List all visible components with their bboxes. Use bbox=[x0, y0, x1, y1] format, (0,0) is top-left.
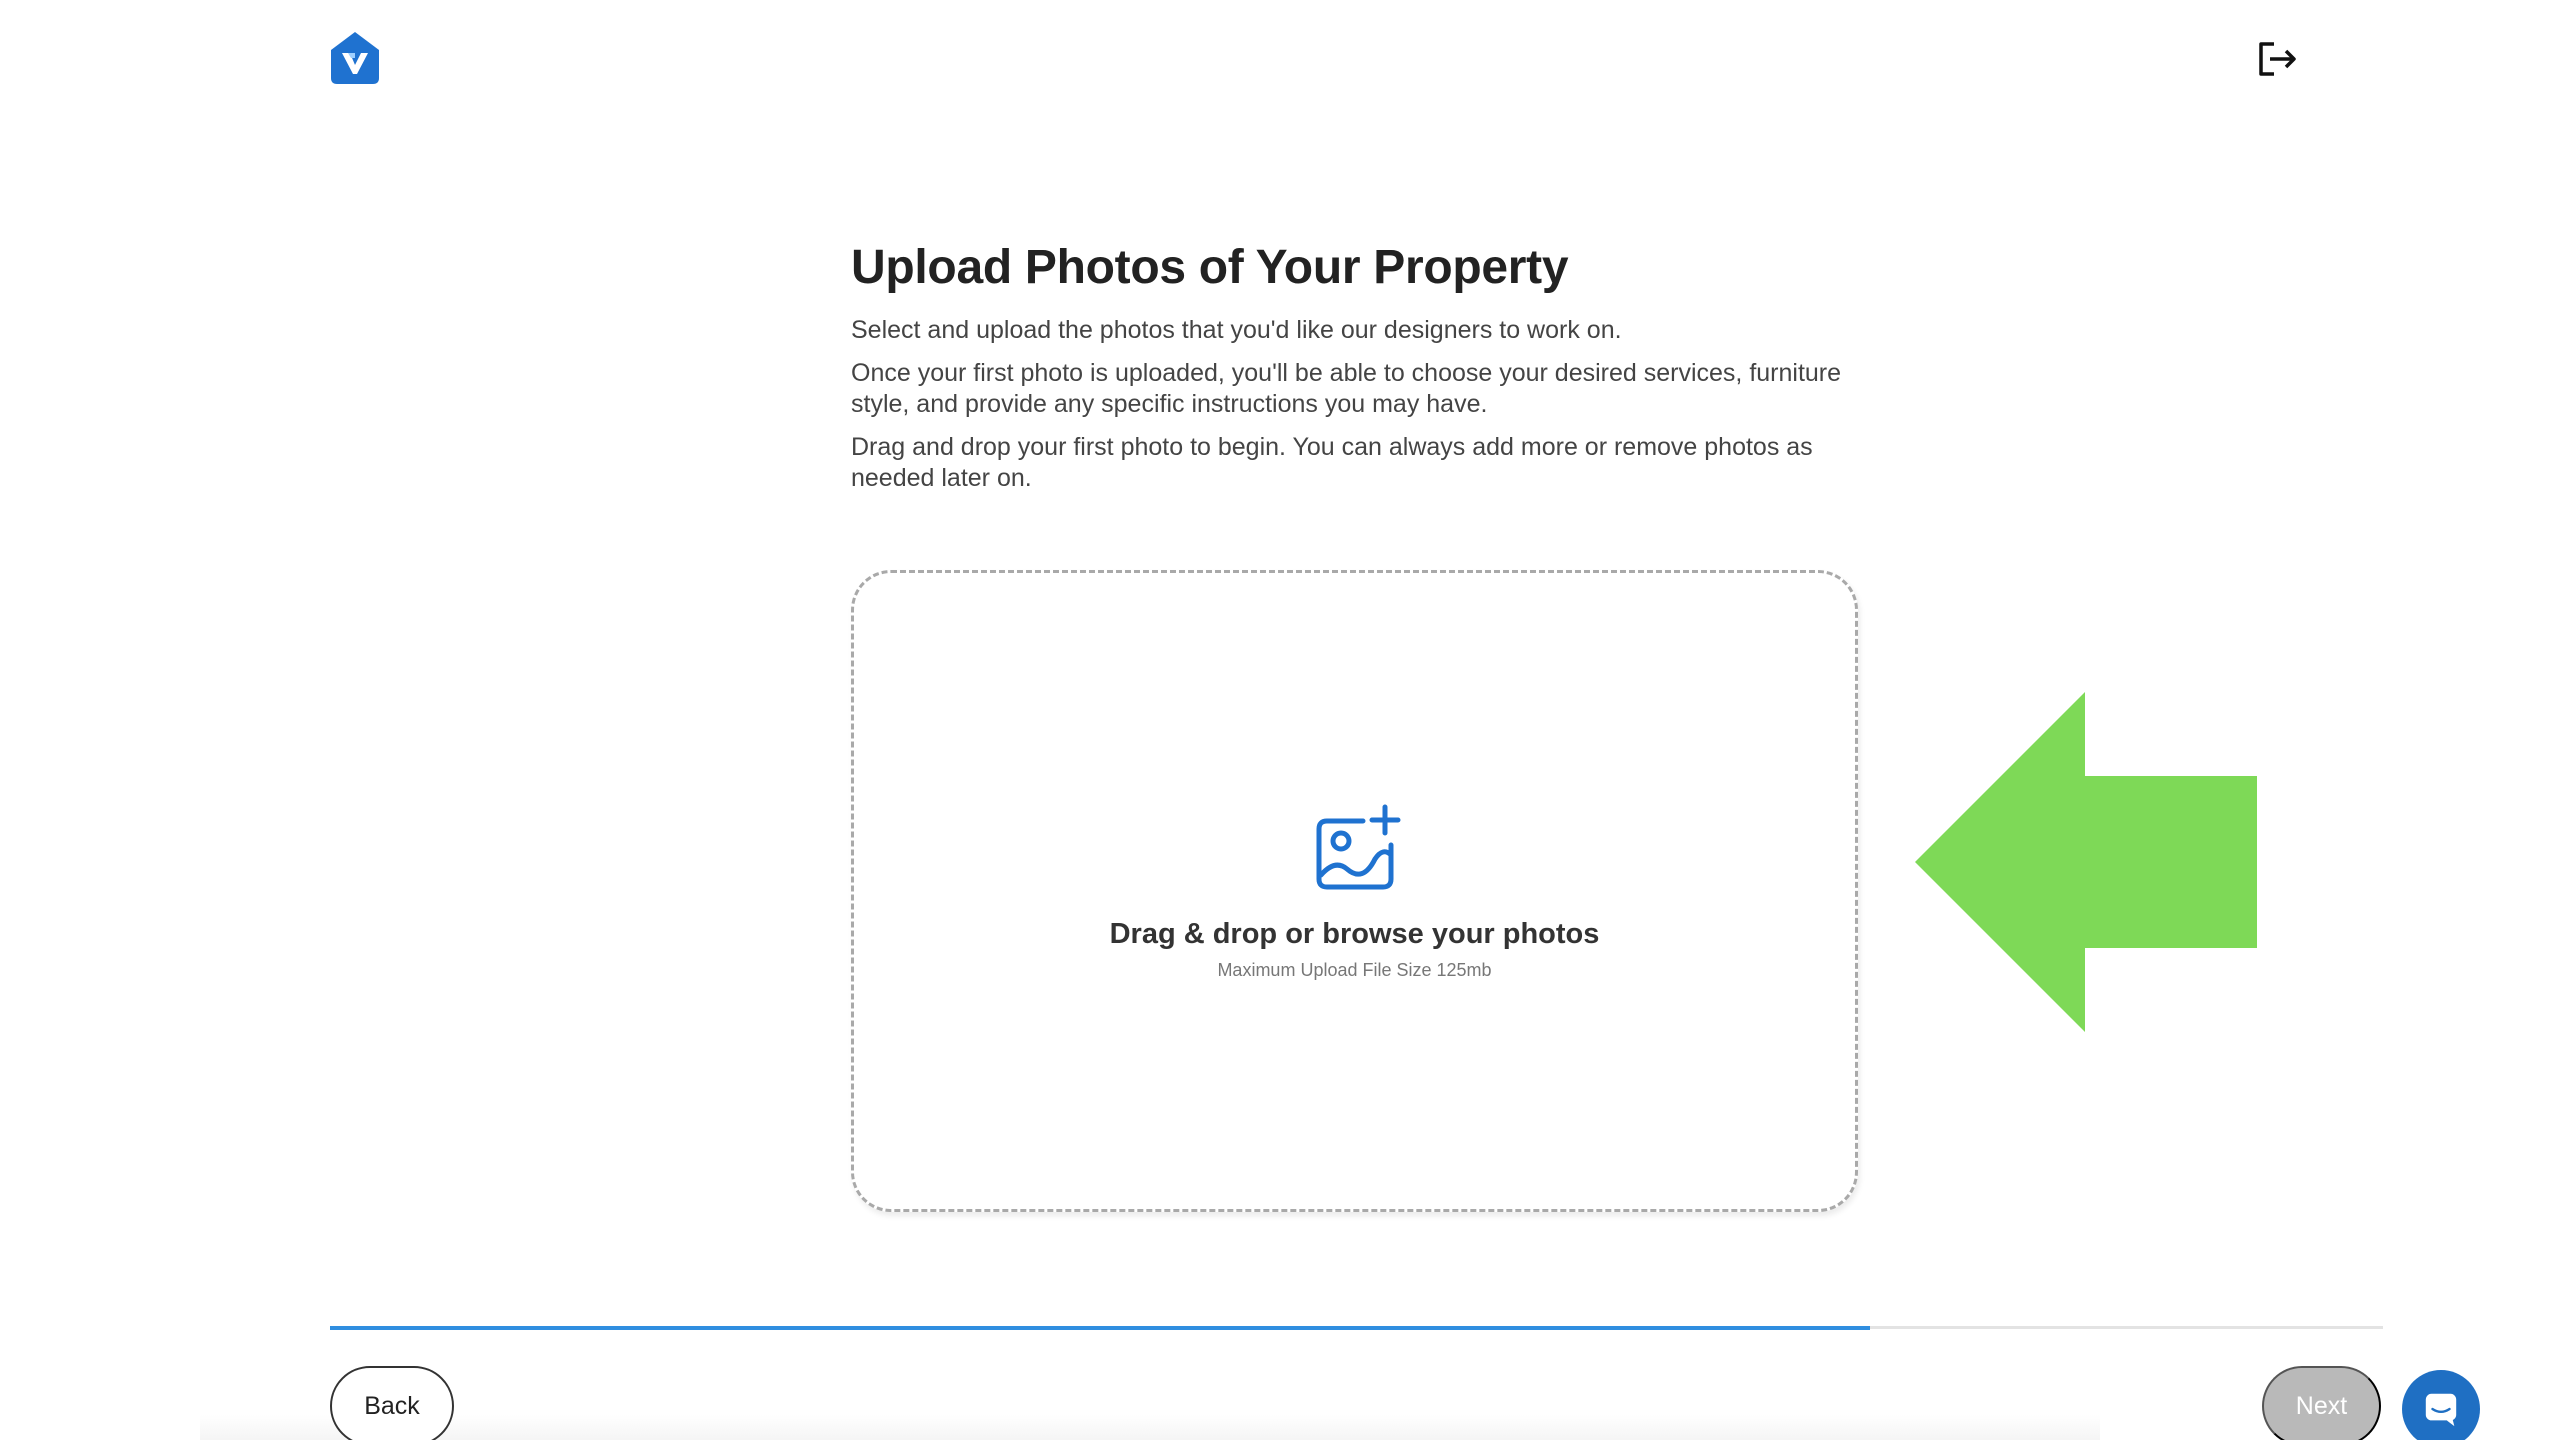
next-button[interactable]: Next bbox=[2262, 1366, 2381, 1440]
dropzone-title: Drag & drop or browse your photos bbox=[1109, 918, 1600, 950]
intro-paragraph: Drag and drop your first photo to begin.… bbox=[851, 433, 1813, 493]
add-photo-icon bbox=[1316, 804, 1401, 890]
brand-logo[interactable] bbox=[328, 30, 382, 86]
logout-icon bbox=[2259, 42, 2296, 76]
logout-button[interactable] bbox=[2256, 40, 2300, 78]
photo-dropzone[interactable]: Drag & drop or browse your photos Maximu… bbox=[851, 570, 1858, 1212]
intro-section: Upload Photos of Your Property Select an… bbox=[851, 240, 1871, 494]
progress-bar bbox=[330, 1326, 2383, 1330]
chat-icon bbox=[2425, 1393, 2457, 1427]
footer-shadow bbox=[200, 1415, 2100, 1440]
chat-button[interactable] bbox=[2402, 1370, 2480, 1440]
back-button[interactable]: Back bbox=[330, 1366, 454, 1440]
dropzone-max-size: Maximum Upload File Size 125mb bbox=[1217, 960, 1492, 980]
house-logo-icon bbox=[331, 32, 379, 84]
page-title: Upload Photos of Your Property bbox=[851, 241, 1569, 294]
progress-fill bbox=[330, 1326, 1870, 1330]
intro-paragraph: Once your first photo is uploaded, you'l… bbox=[851, 359, 1842, 419]
intro-paragraph: Select and upload the photos that you'd … bbox=[851, 316, 1622, 345]
arrow-left-icon bbox=[1915, 692, 2257, 1032]
